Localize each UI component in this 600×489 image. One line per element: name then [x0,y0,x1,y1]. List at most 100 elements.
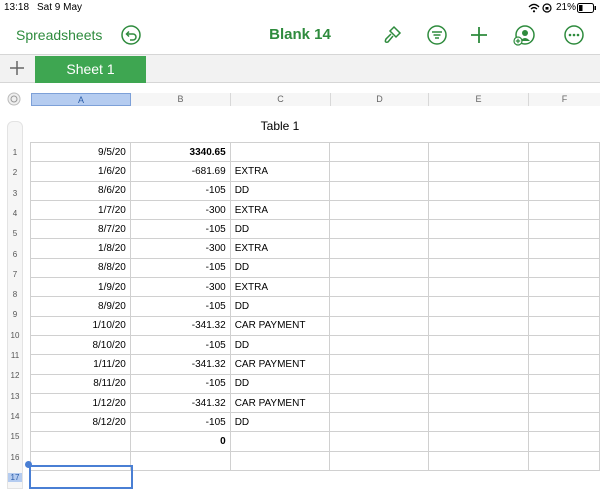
cell-b16[interactable]: 0 [129,431,231,452]
cell-a13[interactable]: 8/11/20 [30,373,131,394]
cell-b9[interactable]: -105 [129,296,231,317]
cell-c9[interactable]: DD [229,296,330,317]
cell-b5[interactable]: -105 [129,219,231,240]
cell-b6[interactable]: -300 [129,238,231,259]
cell-d16[interactable] [328,431,430,452]
cell-a5[interactable]: 8/7/20 [30,219,131,240]
row-header-8[interactable]: 8 [8,290,22,299]
spreadsheets-back-button[interactable]: Spreadsheets [16,27,102,43]
cell-a11[interactable]: 8/10/20 [30,334,131,356]
cell-f4[interactable] [528,199,600,221]
cell-a16[interactable] [30,431,131,452]
row-header-1[interactable]: 1 [8,148,22,157]
cell-a7[interactable]: 8/8/20 [30,257,131,279]
row-header-7[interactable]: 7 [8,270,22,279]
cell-d6[interactable] [328,238,430,259]
cell-e9[interactable] [428,296,530,317]
cell-f9[interactable] [528,296,600,317]
sort-filter-icon[interactable] [426,24,448,46]
more-icon[interactable] [563,24,585,46]
cell-c14[interactable]: CAR PAYMENT [229,392,330,414]
cell-a6[interactable]: 1/8/20 [30,238,131,259]
row-header-11[interactable]: 11 [8,351,22,360]
add-sheet-icon[interactable] [7,58,27,78]
cell-a2[interactable]: 1/6/20 [30,161,131,182]
cell-b4[interactable]: -300 [129,199,231,221]
cell-f6[interactable] [528,238,600,259]
cell-f8[interactable] [528,277,600,298]
cell-b10[interactable]: -341.32 [129,315,231,336]
collaborate-icon[interactable] [513,24,535,46]
undo-icon[interactable] [120,24,142,46]
cell-c11[interactable]: DD [229,334,330,356]
cell-d4[interactable] [328,199,430,221]
cell-a14[interactable]: 1/12/20 [30,392,131,414]
column-header-b[interactable]: B [131,93,231,106]
cell-b12[interactable]: -341.32 [129,354,231,375]
row-header-3[interactable]: 3 [8,189,22,198]
cell-b3[interactable]: -105 [129,180,231,201]
cell-d15[interactable] [328,412,430,433]
cell-c6[interactable]: EXTRA [229,238,330,259]
cell-a3[interactable]: 8/6/20 [30,180,131,201]
cell-a15[interactable]: 8/12/20 [30,412,131,433]
cell-d12[interactable] [328,354,430,375]
column-header-c[interactable]: C [231,93,331,106]
row-header-5[interactable]: 5 [8,229,22,238]
cell-e13[interactable] [428,373,530,394]
cell-f13[interactable] [528,373,600,394]
cell-d2[interactable] [328,161,430,182]
row-header-14[interactable]: 14 [8,412,22,421]
cell-c7[interactable]: DD [229,257,330,279]
cell-d9[interactable] [328,296,430,317]
cell-c17[interactable] [229,450,330,472]
cell-e17[interactable] [428,450,530,472]
row-header-15[interactable]: 15 [8,432,22,441]
cell-f5[interactable] [528,219,600,240]
format-brush-icon[interactable] [381,24,403,46]
add-icon[interactable] [468,24,490,46]
cell-c3[interactable]: DD [229,180,330,201]
row-header-6[interactable]: 6 [8,250,22,259]
selection-handle[interactable] [25,461,32,468]
cell-d7[interactable] [328,257,430,279]
tab-sheet-1[interactable]: Sheet 1 [35,56,146,83]
cell-c4[interactable]: EXTRA [229,199,330,221]
cell-f11[interactable] [528,334,600,356]
row-header-17[interactable]: 17 [8,472,22,482]
cell-e7[interactable] [428,257,530,279]
row-header-10[interactable]: 10 [8,331,22,340]
cell-a12[interactable]: 1/11/20 [30,354,131,375]
cell-f17[interactable] [528,450,600,472]
cell-e14[interactable] [428,392,530,414]
select-all-icon[interactable] [7,92,21,106]
row-header-4[interactable]: 4 [8,209,22,218]
column-header-f[interactable]: F [529,93,600,106]
cell-d14[interactable] [328,392,430,414]
cell-e4[interactable] [428,199,530,221]
cell-f3[interactable] [528,180,600,201]
cell-b1[interactable]: 3340.65 [129,141,231,163]
cell-a1[interactable]: 9/5/20 [30,141,131,163]
cell-e10[interactable] [428,315,530,336]
cell-e3[interactable] [428,180,530,201]
cell-c5[interactable]: DD [229,219,330,240]
row-header-9[interactable]: 9 [8,310,22,319]
cell-b7[interactable]: -105 [129,257,231,279]
cell-a4[interactable]: 1/7/20 [30,199,131,221]
cell-f2[interactable] [528,161,600,182]
cell-e5[interactable] [428,219,530,240]
cell-c8[interactable]: EXTRA [229,277,330,298]
cell-e6[interactable] [428,238,530,259]
cell-d8[interactable] [328,277,430,298]
cell-d17[interactable] [328,450,430,472]
row-header-13[interactable]: 13 [8,392,22,401]
selected-cell-a17[interactable] [29,465,133,489]
cell-f15[interactable] [528,412,600,433]
cell-c16[interactable] [229,431,330,452]
cell-b2[interactable]: -681.69 [129,161,231,182]
column-header-e[interactable]: E [429,93,529,106]
cell-c13[interactable]: DD [229,373,330,394]
cell-b15[interactable]: -105 [129,412,231,433]
cell-e15[interactable] [428,412,530,433]
